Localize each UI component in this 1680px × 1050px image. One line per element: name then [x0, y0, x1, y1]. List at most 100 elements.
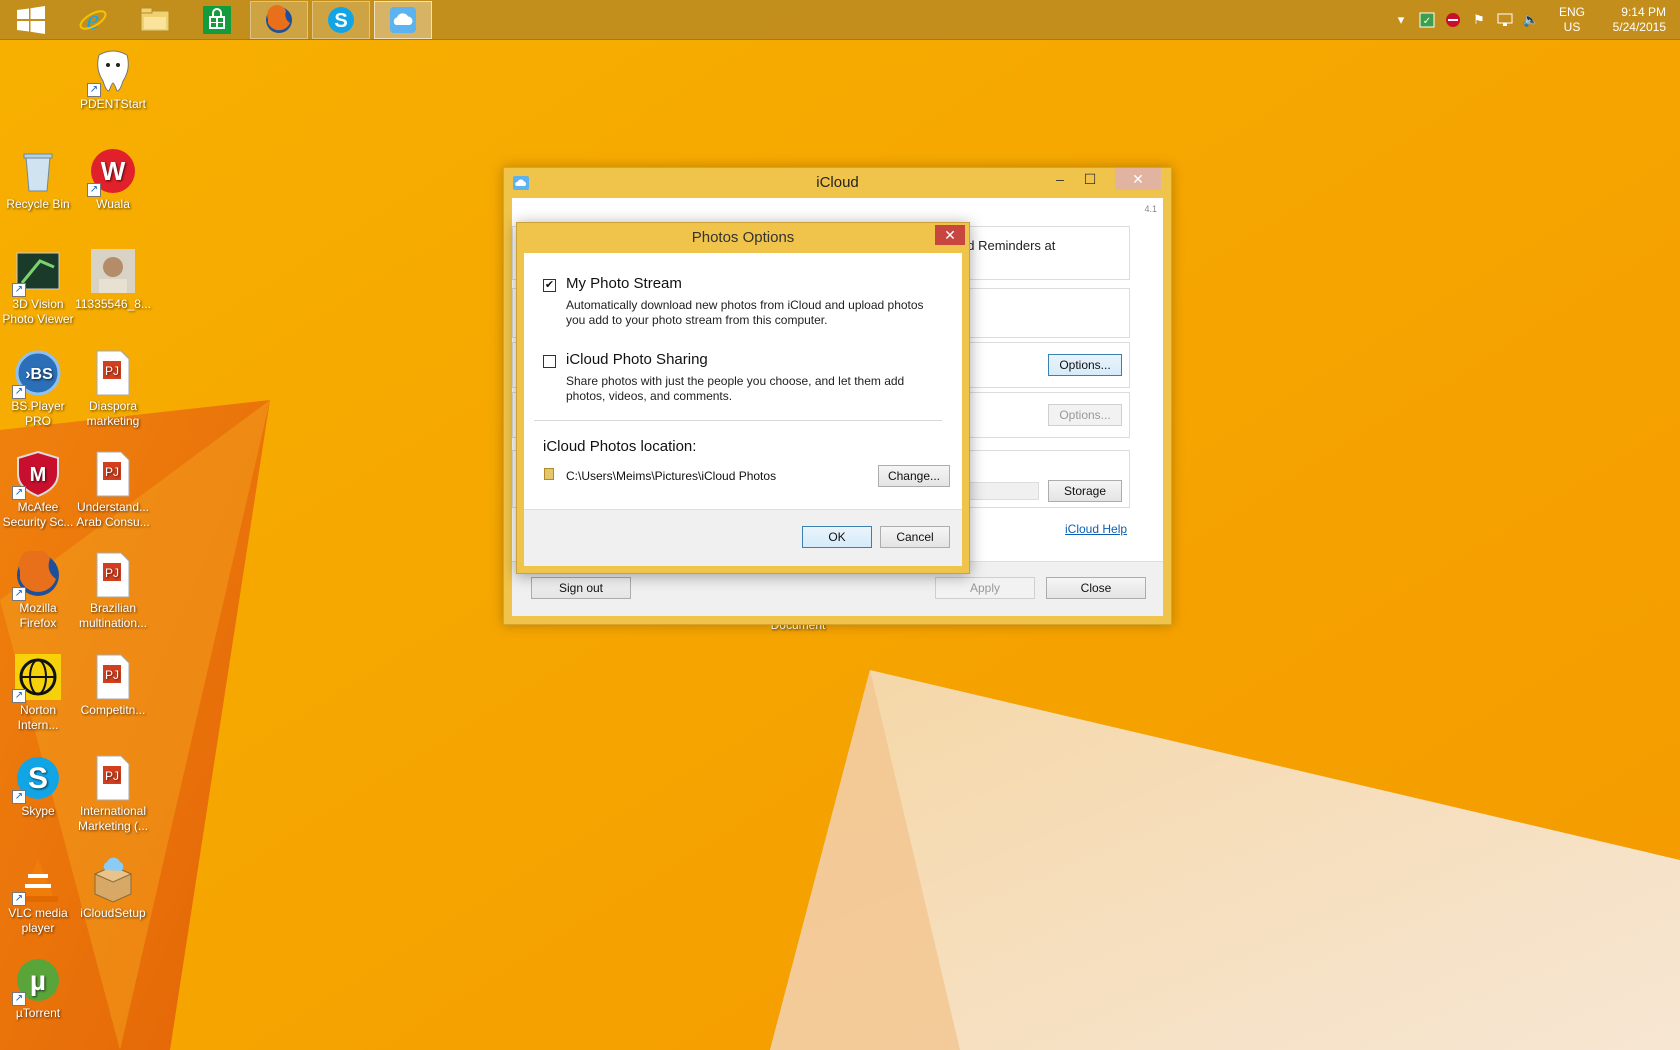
- desktop-icon-label: 3D Vision Photo Viewer: [2, 297, 74, 326]
- desktop-icon-label: VLC media player: [8, 906, 68, 935]
- taskbar-icloud[interactable]: [374, 0, 432, 39]
- svg-text:PJ: PJ: [105, 769, 119, 783]
- mail-contacts-description: nd Reminders at: [960, 238, 1056, 253]
- taskbar-file-explorer[interactable]: [126, 1, 184, 39]
- desktop-icon-diaspora[interactable]: PJ Diaspora marketing: [75, 349, 151, 429]
- language-indicator[interactable]: ENG US: [1550, 5, 1594, 35]
- desktop-icon-pdentstart[interactable]: ↗ PDENTStart: [75, 47, 151, 112]
- bookmarks-options-button[interactable]: Options...: [1048, 404, 1122, 426]
- icloud-photo-sharing-checkbox[interactable]: [543, 355, 556, 368]
- mcafee-tray-icon[interactable]: [1442, 9, 1464, 31]
- store-icon: [203, 5, 231, 34]
- shortcut-arrow-icon: ↗: [12, 892, 26, 906]
- dialog-title: Photos Options: [691, 229, 795, 246]
- desktop-icon-mcafee[interactable]: M ↗ McAfee Security Sc...: [0, 450, 76, 530]
- desktop-icon-norton[interactable]: ↗ Norton Intern...: [0, 653, 76, 733]
- icloud-photo-sharing-description: Share photos with just the people you ch…: [566, 374, 905, 403]
- sign-out-button[interactable]: Sign out: [531, 577, 631, 599]
- folder-icon: [140, 7, 170, 31]
- desktop-icon-label: BS.Player PRO: [11, 399, 65, 428]
- desktop-icon-label: PDENTStart: [79, 97, 146, 111]
- shortcut-arrow-icon: ↗: [12, 790, 26, 804]
- minimize-button[interactable]: ‒: [1045, 168, 1075, 190]
- desktop-icon-icloudsetup[interactable]: iCloudSetup: [75, 856, 151, 921]
- clock[interactable]: 9:14 PM 5/24/2015: [1594, 5, 1680, 35]
- svg-text:PJ: PJ: [105, 566, 119, 580]
- desktop-icon-skype[interactable]: S ↗ Skype: [0, 754, 76, 819]
- action-center-flag-icon[interactable]: ⚑: [1468, 9, 1490, 31]
- ie-icon: e: [79, 5, 107, 35]
- icloud-help-link[interactable]: iCloud Help: [1065, 522, 1127, 536]
- ok-button[interactable]: OK: [802, 526, 872, 548]
- my-photo-stream-description: Automatically download new photos from i…: [566, 298, 924, 327]
- desktop-icon-label: Norton Intern...: [17, 703, 59, 732]
- shortcut-arrow-icon: ↗: [87, 83, 101, 97]
- taskbar-skype[interactable]: S: [312, 0, 370, 39]
- cancel-button[interactable]: Cancel: [880, 526, 950, 548]
- close-button[interactable]: Close: [1046, 577, 1146, 599]
- svg-text:S: S: [334, 10, 347, 32]
- volume-icon[interactable]: 🔈: [1520, 9, 1542, 31]
- photos-location-label: iCloud Photos location:: [543, 438, 697, 455]
- skype-icon: S ↗: [12, 754, 62, 804]
- desktop-icon-brazilian[interactable]: PJ Brazilian multination...: [75, 551, 151, 631]
- pdf-document-icon: PJ: [89, 653, 137, 701]
- desktop-icon-firefox[interactable]: ↗ Mozilla Firefox: [0, 548, 76, 631]
- desktop-icon-label: Mozilla Firefox: [19, 601, 57, 630]
- storage-button[interactable]: Storage: [1048, 480, 1122, 502]
- desktop-icon-vlc[interactable]: ↗ VLC media player: [0, 856, 76, 936]
- svg-text:✓: ✓: [1423, 16, 1431, 27]
- dialog-close-button[interactable]: ✕: [935, 225, 965, 245]
- taskbar-store[interactable]: [188, 1, 246, 39]
- folder-icon: [544, 468, 554, 480]
- my-photo-stream-checkbox[interactable]: ✔: [543, 279, 556, 292]
- photos-location-path: C:\Users\Meims\Pictures\iCloud Photos: [566, 469, 777, 483]
- pdent-icon: ↗: [87, 47, 137, 97]
- maximize-button[interactable]: ☐: [1075, 168, 1105, 190]
- desktop-icon-photo-file[interactable]: 11335546_8...: [75, 247, 151, 312]
- desktop-icon-bsplayer[interactable]: ›BS ↗ BS.Player PRO: [0, 349, 76, 429]
- svg-text:W: W: [101, 156, 126, 186]
- desktop-icon-recycle-bin[interactable]: Recycle Bin: [0, 147, 76, 212]
- security-tray-icon[interactable]: ✓: [1416, 9, 1438, 31]
- pdf-document-icon: PJ: [89, 450, 137, 498]
- desktop-icon-competitn[interactable]: PJ Competitn...: [75, 653, 151, 718]
- desktop-icon-3d-vision[interactable]: ↗ 3D Vision Photo Viewer: [0, 247, 76, 327]
- icloud-window-titlebar[interactable]: iCloud ‒ ☐ ✕: [504, 168, 1171, 198]
- change-location-button[interactable]: Change...: [878, 465, 950, 487]
- region-code: US: [1563, 20, 1581, 34]
- desktop-icon-label: Recycle Bin: [6, 197, 70, 211]
- utorrent-icon: µ ↗: [12, 956, 62, 1006]
- desktop-icon-utorrent[interactable]: µ ↗ µTorrent: [0, 956, 76, 1021]
- svg-text:S: S: [28, 762, 48, 795]
- pdf-document-icon: PJ: [89, 349, 137, 397]
- taskbar-internet-explorer[interactable]: e: [64, 1, 122, 39]
- start-button[interactable]: [2, 1, 60, 39]
- desktop-icon-wuala[interactable]: W ↗ Wuala: [75, 147, 151, 212]
- taskbar-firefox[interactable]: [250, 0, 308, 39]
- desktop-icon-label: µTorrent: [15, 1006, 61, 1020]
- recycle-bin-icon: [14, 147, 62, 195]
- photos-options-button[interactable]: Options...: [1048, 354, 1122, 376]
- clock-date: 5/24/2015: [1612, 20, 1666, 34]
- dialog-body: ✔ My Photo Stream Automatically download…: [524, 253, 962, 566]
- my-photo-stream-label[interactable]: My Photo Stream: [566, 275, 682, 292]
- network-icon[interactable]: [1494, 9, 1516, 31]
- icloud-icon: [390, 6, 416, 33]
- desktop-icon-international-marketing[interactable]: PJ International Marketing (...: [75, 754, 151, 834]
- pdf-document-icon: PJ: [89, 754, 137, 802]
- shortcut-arrow-icon: ↗: [12, 385, 26, 399]
- desktop-icon-understand[interactable]: PJ Understand... Arab Consu...: [75, 450, 151, 530]
- icloud-photo-sharing-label[interactable]: iCloud Photo Sharing: [566, 351, 708, 368]
- installer-box-icon: [89, 856, 137, 904]
- svg-text:PJ: PJ: [105, 668, 119, 682]
- desktop-icon-label: Brazilian multination...: [78, 601, 148, 630]
- show-hidden-icons-icon[interactable]: ▾: [1390, 9, 1412, 31]
- shortcut-arrow-icon: ↗: [12, 689, 26, 703]
- apply-button[interactable]: Apply: [935, 577, 1035, 599]
- firefox-icon: ↗: [12, 548, 62, 601]
- window-close-button[interactable]: ✕: [1115, 168, 1161, 190]
- desktop-icon-label: Understand... Arab Consu...: [76, 500, 150, 529]
- desktop-icon-label: Diaspora marketing: [86, 399, 140, 428]
- shortcut-arrow-icon: ↗: [12, 587, 26, 601]
